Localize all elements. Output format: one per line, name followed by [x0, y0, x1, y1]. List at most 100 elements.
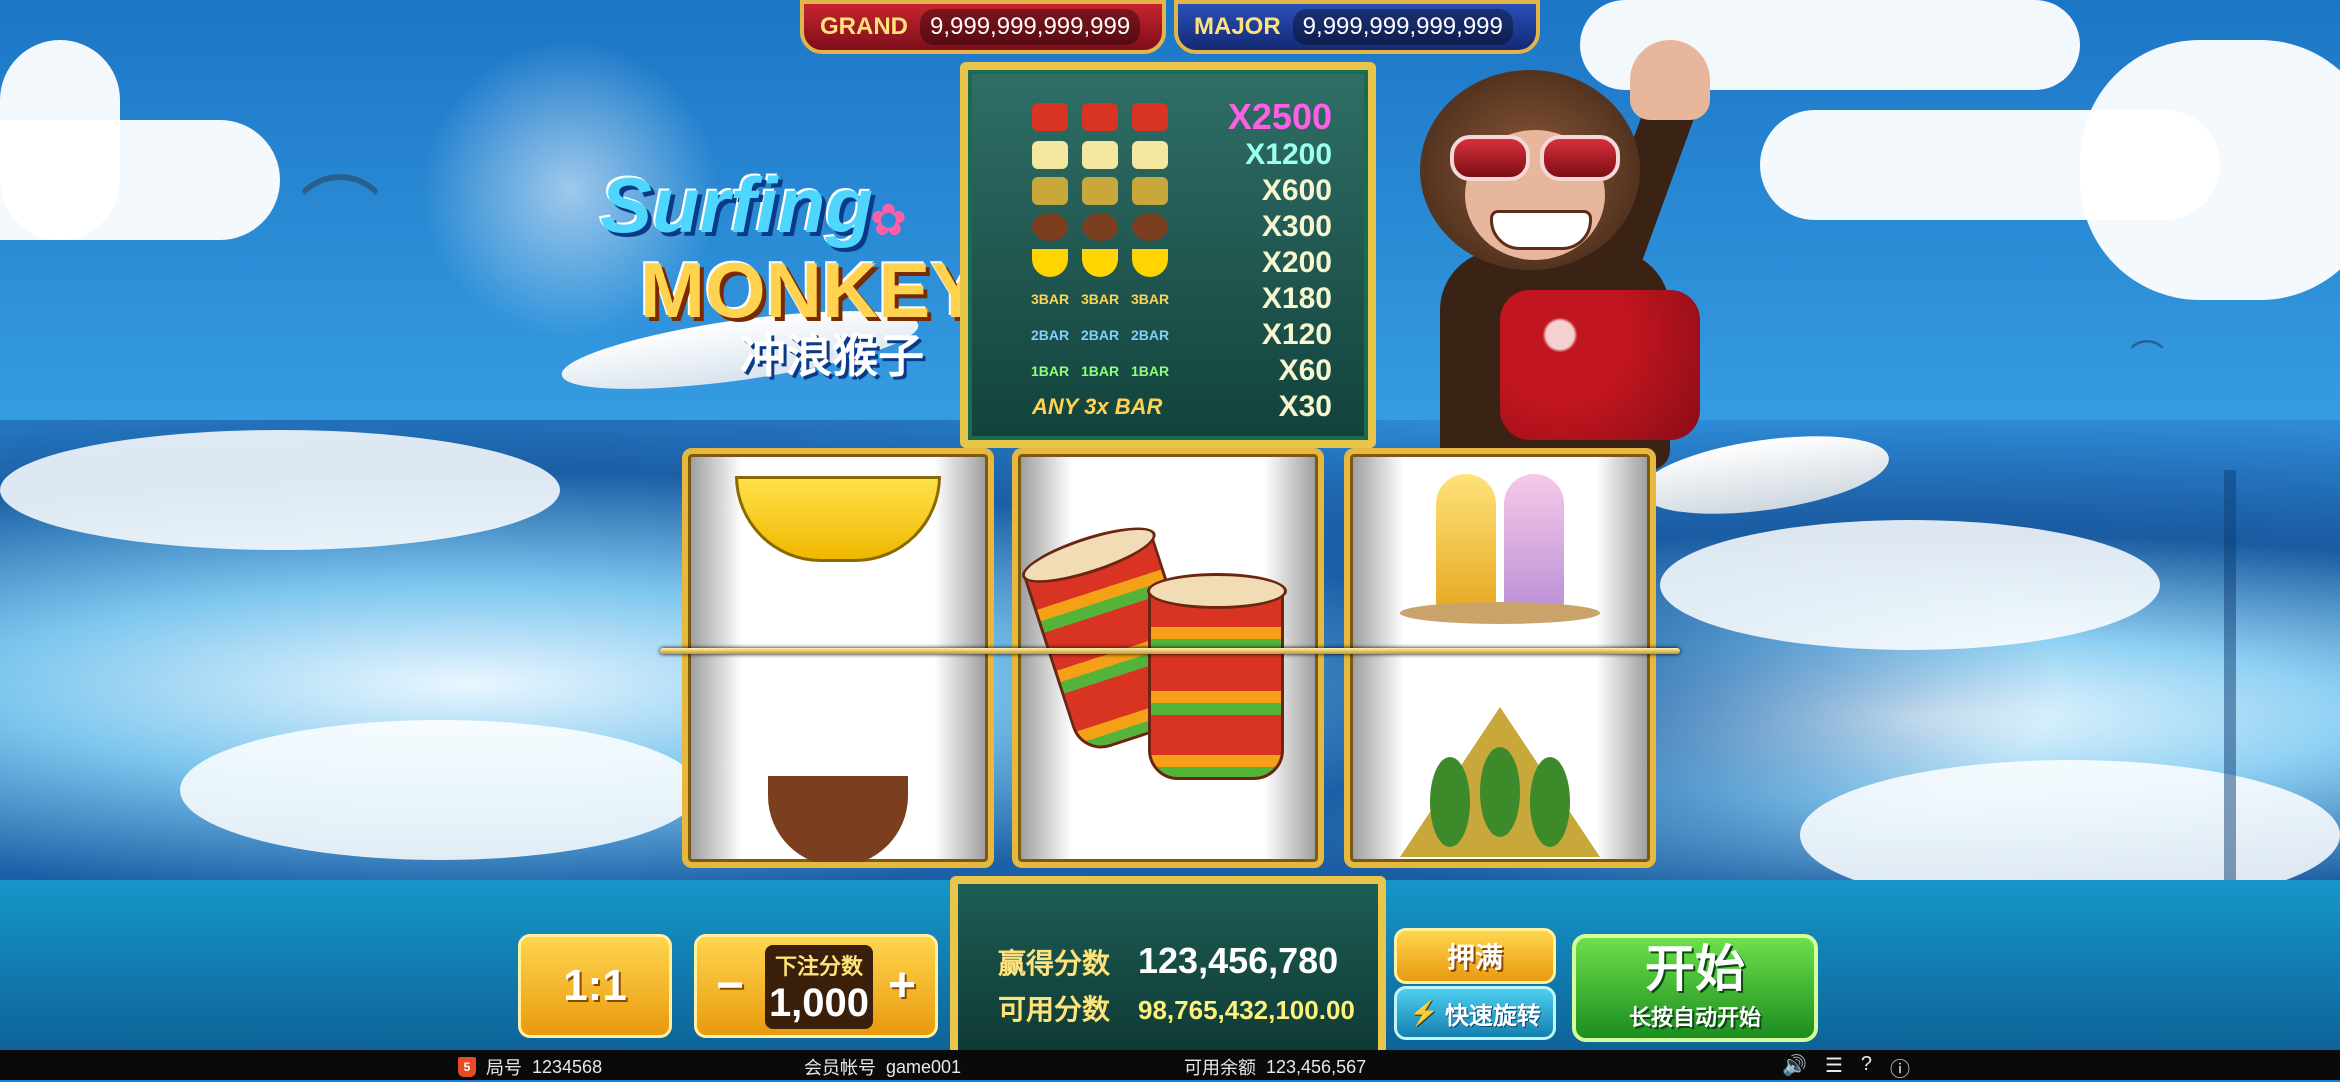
- major-jackpot-label: MAJOR: [1194, 13, 1281, 40]
- paytable-row: 1BAR 1BAR 1BAR X60: [1030, 354, 1332, 388]
- paytable-row: 3BAR 3BAR 3BAR X180: [1030, 282, 1332, 316]
- paytable-multiplier: X200: [1261, 246, 1332, 279]
- monkey-grin: [1490, 210, 1592, 250]
- reel-1: [682, 448, 994, 868]
- credit-row: 可用分数 98,765,432,100.00: [998, 988, 1355, 1028]
- hut-icon: [1350, 662, 1650, 862]
- grand-jackpot: GRAND 9,999,999,999,999: [800, 0, 1166, 54]
- balance-info: 可用余额 123,456,567: [1184, 1054, 1366, 1080]
- palm-tree: [2120, 470, 2340, 930]
- coconut-icon: [1132, 213, 1168, 241]
- payline: [660, 648, 1680, 654]
- start-button[interactable]: 开始 长按自动开始: [1572, 934, 1818, 1042]
- paytable: X2500 X1200 X600 X300 X200 3BAR 3BAR 3BA…: [960, 62, 1376, 448]
- max-bet-button[interactable]: 押满: [1394, 928, 1556, 984]
- round-value: 1234568: [532, 1056, 603, 1077]
- start-label: 开始: [1645, 941, 1745, 997]
- paytable-row: X2500: [1032, 96, 1332, 137]
- hawaiian-shirt: [1500, 290, 1700, 440]
- account-value: game001: [886, 1056, 962, 1077]
- win-value: 123,456,780: [1138, 940, 1339, 981]
- surfboard-icon: [1132, 141, 1168, 169]
- bet-title: 下注分数: [774, 953, 863, 979]
- seagull-icon: ⌒: [300, 170, 380, 259]
- wave-foam: [0, 430, 560, 550]
- cloud: [0, 40, 120, 240]
- paytable-multiplier: X60: [1278, 354, 1332, 387]
- paytable-multiplier: X600: [1261, 174, 1332, 207]
- win-label: 赢得分数: [998, 948, 1111, 979]
- html5-icon: 5: [458, 1057, 476, 1077]
- paytable-multiplier: X30: [1278, 390, 1332, 423]
- drum-icon: [1082, 103, 1118, 131]
- paytable-multiplier: X1200: [1245, 138, 1332, 171]
- banana-icon: [1082, 249, 1118, 277]
- paytable-multiplier: X2500: [1227, 96, 1332, 137]
- lightning-icon: ⚡: [1409, 999, 1439, 1027]
- grand-jackpot-label: GRAND: [820, 13, 908, 40]
- drum-icon: [1147, 573, 1287, 780]
- round-label: 局号: [486, 1058, 522, 1078]
- hut-icon: [1032, 177, 1068, 205]
- bet-minus-button[interactable]: −: [705, 961, 755, 1011]
- paytable-row: X600: [1032, 174, 1332, 208]
- history-icon[interactable]: ☰: [1825, 1053, 1843, 1082]
- bar-1-icon: 1BAR: [1130, 363, 1170, 379]
- drum-icon: [1132, 103, 1168, 131]
- paytable-row: X200: [1032, 246, 1332, 280]
- drum-icon: [1032, 103, 1068, 131]
- info-icon[interactable]: ⓘ: [1890, 1053, 1910, 1082]
- bar-2-icon: 2BAR: [1080, 327, 1120, 343]
- bar-1-icon: 1BAR: [1030, 363, 1070, 379]
- monkey-hand: [1630, 40, 1710, 120]
- fast-spin-label: 快速旋转: [1444, 1002, 1541, 1030]
- banana-icon: [1032, 249, 1068, 277]
- surfboard-icon: [1082, 141, 1118, 169]
- account-label: 会员帐号: [804, 1058, 876, 1078]
- fast-spin-button[interactable]: ⚡ 快速旋转: [1394, 986, 1556, 1040]
- paytable-multiplier: X120: [1261, 318, 1332, 351]
- wave-foam: [1660, 520, 2160, 650]
- paytable-row: X300: [1032, 210, 1332, 244]
- cloud: [2080, 40, 2340, 300]
- bar-2-icon: 2BAR: [1030, 327, 1070, 343]
- logo-text-line1: Surfing: [600, 161, 873, 249]
- bar-3-icon: 3BAR: [1030, 291, 1070, 307]
- bar-3-icon: 3BAR: [1080, 291, 1120, 307]
- any-bar-label: ANY 3x BAR: [1032, 394, 1163, 419]
- bet-control: − 下注分数 1,000 +: [694, 934, 938, 1038]
- paytable-row: X1200: [1032, 138, 1332, 172]
- status-icons: 🔊 ☰ ? ⓘ: [1782, 1053, 1910, 1082]
- hut-icon: [1082, 177, 1118, 205]
- account-info: 会员帐号 game001: [804, 1054, 961, 1080]
- status-bar: 5 局号 1234568 会员帐号 game001 可用余额 123,456,5…: [0, 1050, 2340, 1082]
- banana-icon: [1132, 249, 1168, 277]
- coconut-icon: [1032, 213, 1068, 241]
- credit-value: 98,765,432,100.00: [1138, 995, 1355, 1025]
- bar-1-icon: 1BAR: [1080, 363, 1120, 379]
- slot-reels: [682, 448, 1656, 868]
- win-row: 赢得分数 123,456,780: [998, 940, 1338, 982]
- round-info: 5 局号 1234568: [458, 1054, 602, 1080]
- reel-2: [1012, 448, 1324, 868]
- grand-jackpot-value: 9,999,999,999,999: [920, 9, 1141, 45]
- paytable-row: ANY 3x BAR X30: [1032, 390, 1332, 424]
- volume-icon[interactable]: 🔊: [1782, 1053, 1807, 1082]
- balance-value: 123,456,567: [1266, 1056, 1367, 1077]
- surfboard-icon: [1032, 141, 1068, 169]
- bet-plus-button[interactable]: +: [877, 961, 927, 1011]
- reel-3: [1344, 448, 1656, 868]
- coconut-icon: [1082, 213, 1118, 241]
- monkey-character: [1380, 40, 1800, 470]
- ratio-button[interactable]: 1:1: [518, 934, 672, 1038]
- game-logo: Surfing ✿ MONKEY 冲浪猴子: [550, 150, 982, 405]
- banana-icon: [688, 454, 988, 654]
- balance-label: 可用余额: [1184, 1058, 1256, 1078]
- seagull-icon: ⌒: [2130, 339, 2164, 377]
- sunglasses-icon: [1450, 135, 1620, 181]
- hibiscus-icon: ✿: [870, 196, 907, 245]
- paytable-multiplier: X180: [1261, 282, 1332, 315]
- start-hint: 长按自动开始: [1628, 1005, 1761, 1030]
- score-panel: 赢得分数 123,456,780 可用分数 98,765,432,100.00: [950, 876, 1386, 1062]
- help-icon[interactable]: ?: [1861, 1053, 1872, 1082]
